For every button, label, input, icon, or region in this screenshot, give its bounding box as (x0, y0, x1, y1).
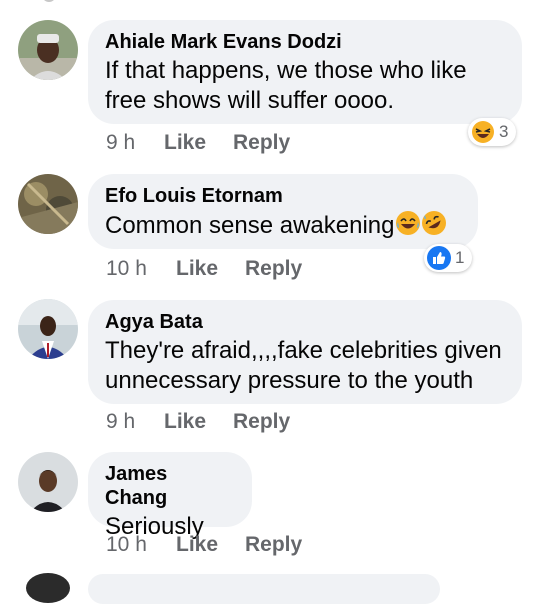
comment-author[interactable]: Agya Bata (105, 310, 504, 334)
comment-bubble: Agya Bata They're afraid,,,,fake celebri… (88, 300, 522, 404)
reaction-count: 3 (499, 122, 509, 141)
like-button[interactable]: Like (164, 410, 233, 434)
timestamp-link[interactable]: 10 h (106, 533, 176, 557)
comment-text: Common sense awakening (105, 210, 460, 244)
timestamp-link[interactable]: 9 h (106, 410, 164, 434)
reply-button[interactable]: Reply (245, 533, 302, 557)
like-button[interactable]: Like (176, 257, 245, 281)
comment-actions: 9 h Like Reply (106, 131, 290, 155)
partial-bubble-bottom (88, 574, 440, 604)
rolling-laughing-emoji-icon (421, 210, 447, 244)
comment-text-value: Common sense awakening (105, 212, 395, 239)
reply-button[interactable]: Reply (233, 131, 290, 155)
avatar[interactable] (18, 174, 78, 234)
like-button[interactable]: Like (164, 131, 233, 155)
avatar[interactable] (18, 20, 78, 80)
reaction-summary[interactable]: 3 (468, 118, 517, 146)
haha-emoji-icon (471, 120, 495, 144)
comment-author[interactable]: Ahiale Mark Evans Dodzi (105, 30, 504, 54)
avatar[interactable] (18, 452, 78, 512)
reaction-count: 1 (455, 248, 465, 267)
comment-bubble: Ahiale Mark Evans Dodzi If that happens,… (88, 20, 522, 124)
reply-button[interactable]: Reply (233, 410, 290, 434)
comment-bubble: Efo Louis Etornam Common sense awakening (88, 174, 478, 249)
tears-of-joy-emoji-icon (395, 210, 421, 244)
reply-button[interactable]: Reply (245, 257, 302, 281)
partial-avatar-bottom (26, 573, 70, 603)
comment-actions: 10 h Like Reply (106, 257, 302, 281)
comment-actions: 9 h Like Reply (106, 410, 290, 434)
partial-avatar-top (42, 0, 56, 2)
comment-author[interactable]: Efo Louis Etornam (105, 184, 460, 208)
comment-text: They're afraid,,,,fake celebrities given… (105, 337, 502, 394)
comment-actions: 10 h Like Reply (106, 533, 302, 557)
comment-text: If that happens, we those who like free … (105, 57, 467, 114)
avatar[interactable] (18, 299, 78, 359)
reaction-summary[interactable]: 1 (424, 244, 473, 272)
timestamp-link[interactable]: 9 h (106, 131, 164, 155)
comment-bubble: James Chang Seriously (88, 452, 252, 540)
timestamp-link[interactable]: 10 h (106, 257, 176, 281)
like-thumb-icon (427, 246, 451, 270)
comment-author[interactable]: James Chang (105, 462, 234, 510)
like-button[interactable]: Like (176, 533, 245, 557)
